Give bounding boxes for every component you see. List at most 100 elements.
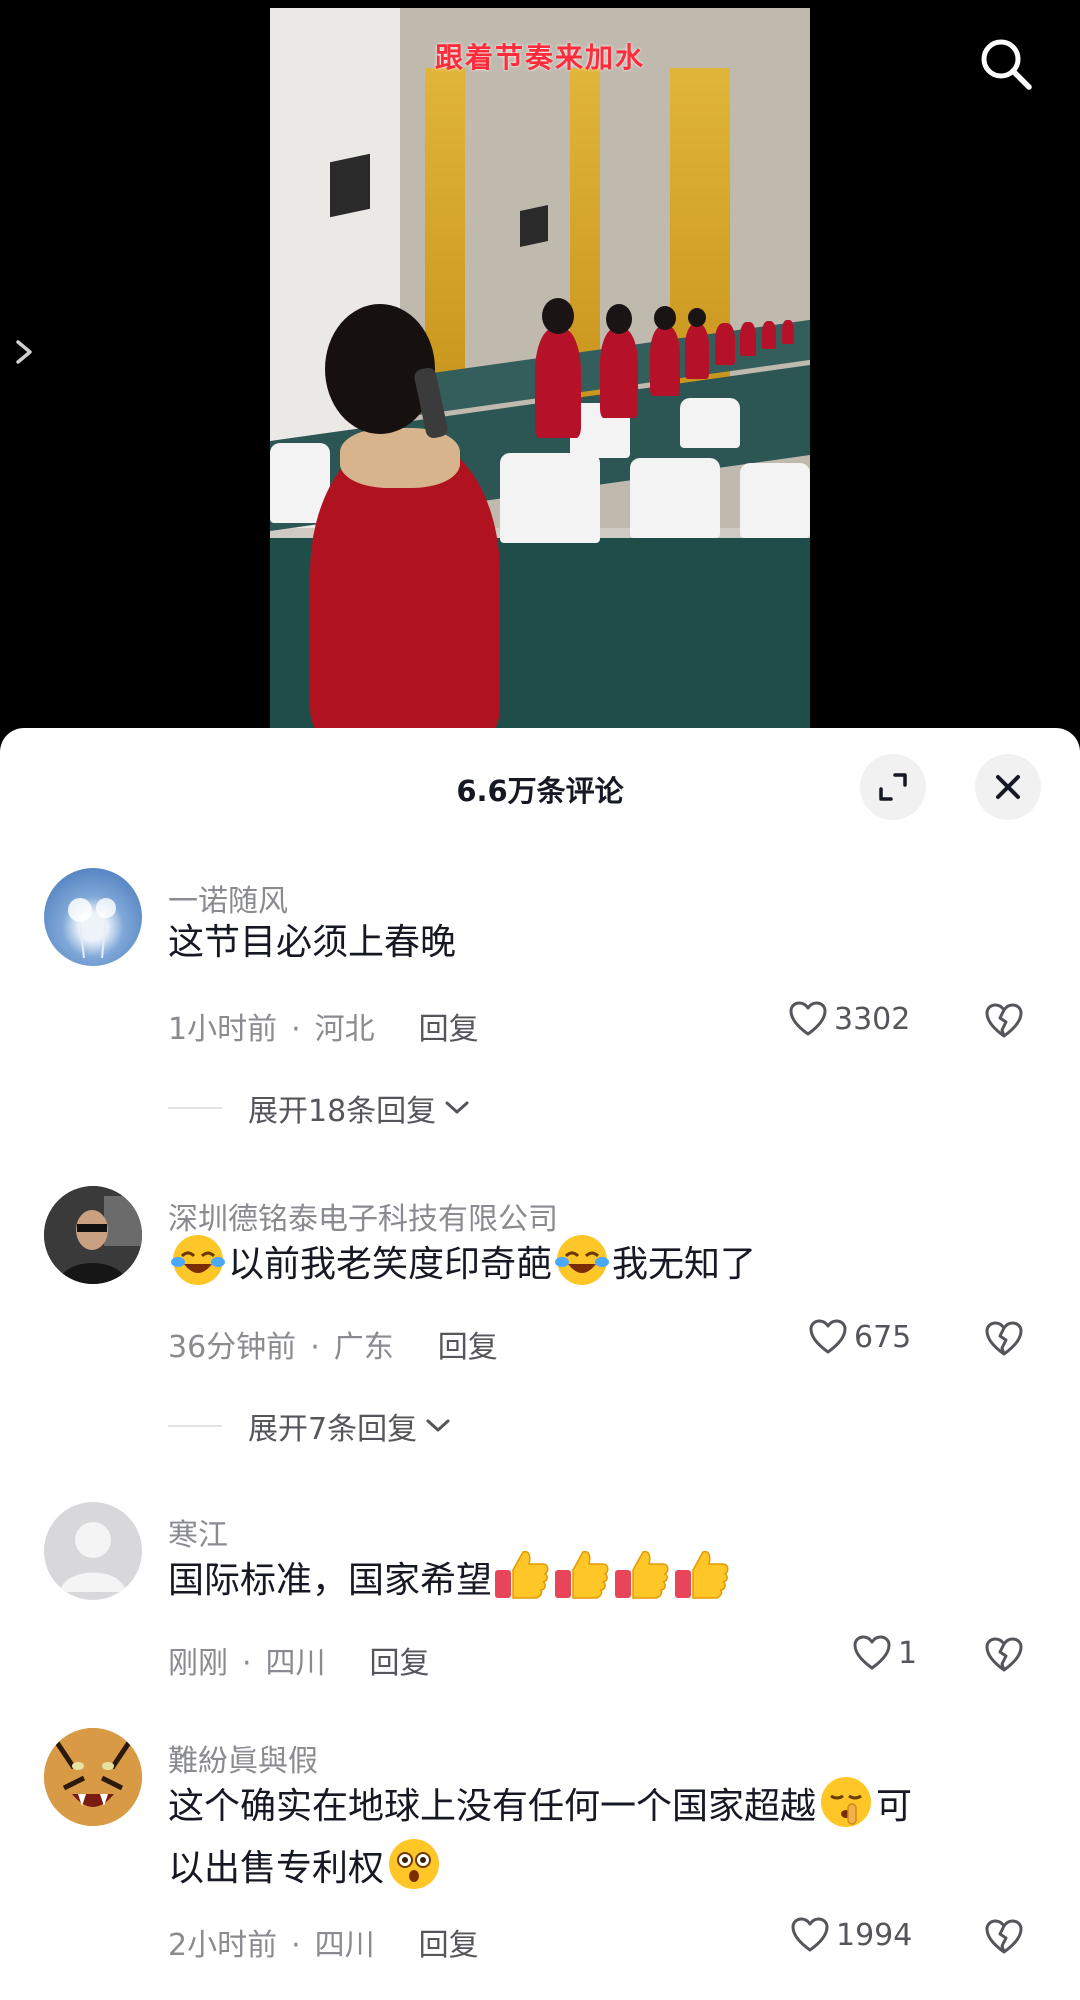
laughing-crying-emoji-icon <box>554 1232 610 1288</box>
comment-text: 国际标准，国家希望 <box>168 1548 1018 1610</box>
comment-meta: 刚刚 · 四川 回复 <box>168 1646 430 1681</box>
expand-replies-button[interactable]: 展开18条回复 <box>168 1086 472 1130</box>
dandelion-image <box>68 898 116 959</box>
waitress <box>650 326 680 396</box>
comment-text-part: 以前我老笑度印奇葩 <box>228 1244 553 1285</box>
close-icon <box>996 775 1020 799</box>
thumbs-up-emoji-icon <box>493 1548 551 1602</box>
chevron-down-icon <box>445 1101 469 1114</box>
like-count: 675 <box>854 1319 912 1355</box>
comment-meta: 36分钟前 · 广东 回复 <box>168 1330 498 1365</box>
comment-time: 1小时前 <box>168 1012 278 1047</box>
broken-heart-icon <box>985 1321 1023 1356</box>
comment-location: 广东 <box>333 1330 394 1365</box>
comment-location: 河北 <box>314 1012 375 1047</box>
tiger-image <box>44 1728 142 1826</box>
video-frame[interactable]: 跟着节奏来加水 <box>270 8 810 728</box>
speaker <box>520 205 548 247</box>
comment-time: 2小时前 <box>168 1928 278 1963</box>
comment-meta: 2小时前 · 四川 回复 <box>168 1928 479 1963</box>
like-button[interactable]: 1994 <box>790 1916 912 1954</box>
comment-text-part: 国际标准，国家希望 <box>168 1560 493 1601</box>
like-count: 1 <box>898 1635 918 1671</box>
comment-sheet: 6.6万条评论 一诺随风 这节目必须上春晚 1小时前 · 河北 回复 3302 … <box>0 728 1080 2000</box>
avatar[interactable] <box>44 868 142 966</box>
heart-outline-icon <box>809 1319 847 1354</box>
waitress <box>600 328 638 418</box>
comment-location: 四川 <box>314 1928 375 1963</box>
reply-button[interactable]: 回复 <box>438 1330 498 1365</box>
side-panel-arrow[interactable] <box>10 338 38 366</box>
chevron-down-icon <box>426 1419 450 1432</box>
waitress <box>740 322 756 356</box>
waitress-head <box>654 306 676 330</box>
comment-time: 36分钟前 <box>168 1330 297 1365</box>
waitress <box>762 321 776 349</box>
comment-text: 以前我老笑度印奇葩 我无知了 <box>168 1232 1018 1294</box>
thumbs-up-emoji-icon <box>613 1548 671 1602</box>
dislike-button[interactable] <box>984 1320 1024 1360</box>
waitress-head <box>688 308 706 327</box>
man-in-car-image <box>44 1186 142 1284</box>
reply-button[interactable]: 回复 <box>370 1646 430 1681</box>
heart-outline-icon <box>853 1635 891 1670</box>
search-icon <box>981 39 1032 90</box>
video-player[interactable]: 跟着节奏来加水 <box>0 0 1080 760</box>
waitress <box>715 323 735 365</box>
dislike-button[interactable] <box>984 1636 1024 1676</box>
avatar[interactable] <box>44 1728 142 1826</box>
waitress <box>685 324 709 379</box>
comment-text: 这节目必须上春晚 <box>168 922 457 963</box>
chevron-right-icon <box>16 340 32 364</box>
thumbs-up-emoji-icon <box>553 1548 611 1602</box>
heart-outline-icon <box>791 1917 829 1952</box>
like-count: 3302 <box>834 1001 911 1037</box>
video-caption: 跟着节奏来加水 <box>434 41 645 74</box>
avatar[interactable] <box>44 1186 142 1284</box>
close-button[interactable] <box>975 754 1041 820</box>
laughing-crying-emoji-icon <box>170 1232 226 1288</box>
comment-text-part: 可 <box>876 1786 913 1827</box>
default-avatar-icon <box>60 1522 126 1592</box>
broken-heart-icon <box>985 1003 1023 1038</box>
divider-line <box>168 1425 222 1427</box>
comment-text: 这个确实在地球上没有任何一个国家超越 可 以出售专利权 <box>168 1774 1018 1898</box>
like-button[interactable]: 675 <box>808 1318 911 1356</box>
broken-heart-icon <box>985 1637 1023 1672</box>
like-button[interactable]: 1 <box>852 1634 917 1672</box>
expand-icon <box>879 773 907 801</box>
dislike-button[interactable] <box>984 1918 1024 1958</box>
comment-meta: 1小时前 · 河北 回复 <box>168 1012 479 1047</box>
speaker <box>330 153 370 218</box>
dislike-button[interactable] <box>984 1002 1024 1042</box>
divider-line <box>168 1107 222 1109</box>
expand-replies-button[interactable]: 展开7条回复 <box>168 1404 453 1448</box>
expand-replies-label: 展开7条回复 <box>248 1412 418 1447</box>
chair <box>740 463 810 538</box>
expand-button[interactable] <box>860 754 926 820</box>
flushed-face-emoji-icon <box>386 1836 442 1892</box>
expand-replies-label: 展开18条回复 <box>248 1094 437 1129</box>
comment-text-part: 我无知了 <box>612 1244 757 1285</box>
heart-outline-icon <box>789 1001 827 1036</box>
thumbs-up-emoji-icon <box>673 1548 731 1602</box>
reply-button[interactable]: 回复 <box>419 1928 479 1963</box>
broken-heart-icon <box>985 1919 1023 1954</box>
shushing-face-emoji-icon <box>818 1774 874 1830</box>
lead-performer-shoulders <box>340 428 460 488</box>
avatar[interactable] <box>44 1502 142 1600</box>
comment-location: 四川 <box>265 1646 326 1681</box>
waitress <box>535 328 581 438</box>
chair <box>680 398 740 448</box>
waitress-head <box>606 304 632 334</box>
like-button[interactable]: 3302 <box>788 1000 910 1038</box>
comment-time: 刚刚 <box>168 1646 228 1681</box>
like-count: 1994 <box>836 1917 913 1953</box>
comment-text-part: 这个确实在地球上没有任何一个国家超越 <box>168 1786 817 1827</box>
chair <box>630 458 720 538</box>
search-button[interactable] <box>976 34 1036 94</box>
waitress <box>782 320 794 344</box>
comment-text-part: 以出售专利权 <box>168 1848 385 1889</box>
waitress-head <box>542 298 574 334</box>
reply-button[interactable]: 回复 <box>419 1012 479 1047</box>
